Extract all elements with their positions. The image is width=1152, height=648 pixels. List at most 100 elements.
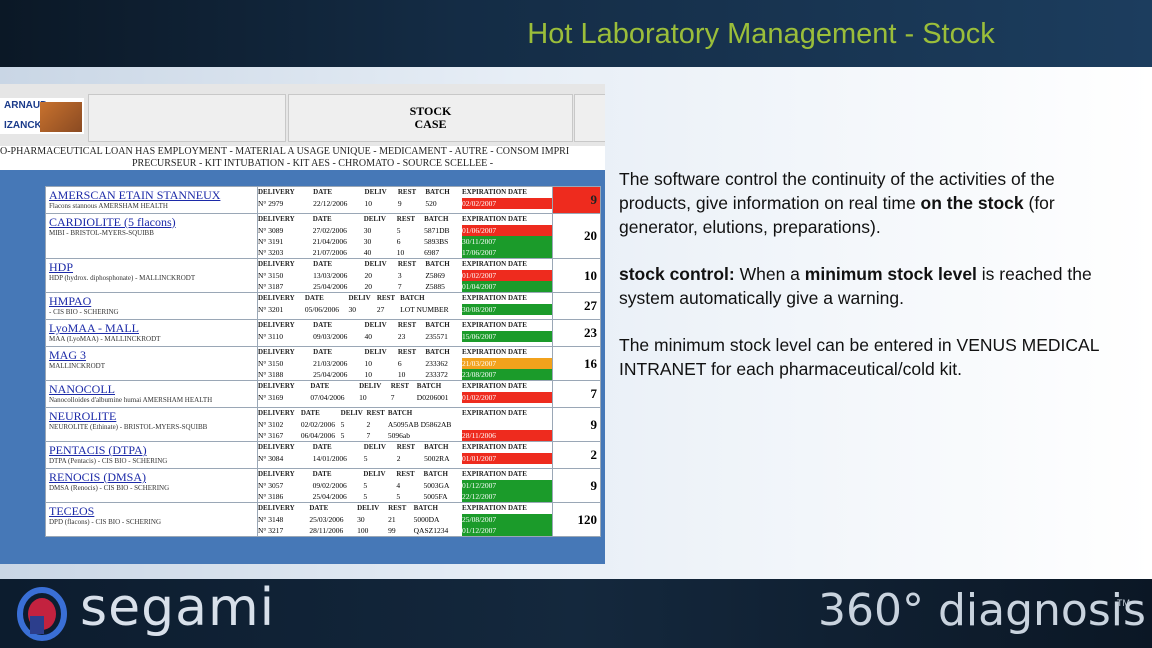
delivery-header-row: DELIVERY DATE DELIV REST BATCH EXPIRATION DAT… — [258, 442, 552, 453]
product-link[interactable]: TECEOS — [49, 505, 254, 518]
delivery-header-cell: DATE — [313, 188, 333, 196]
product-subtitle: Flacons stannous AMERSHAM HEALTH — [49, 202, 168, 210]
delivery-row: N° 3110 09/03/2006 40 23 235571 15/06/2007 — [258, 331, 552, 342]
delivery-header-cell: EXPIRATION DATE — [462, 382, 527, 390]
delivery-cell: DELIVERY DATE DELIV REST BATCH EXPIRATION DAT… — [257, 346, 553, 381]
delivery-header-cell: DATE — [313, 321, 333, 329]
delivery-header-cell: EXPIRATION DATE — [462, 504, 527, 512]
category-nav[interactable]: O-PHARMACEUTICAL LOAN HAS EMPLOYMENT - M… — [0, 146, 605, 170]
delivery-header-cell: REST — [397, 260, 417, 268]
delivery-cell-value: N° 3089 — [258, 226, 284, 235]
delivery-header-cell: BATCH — [416, 382, 442, 390]
delivery-cell-value: 5 — [340, 420, 345, 429]
delivery-row: N° 3188 25/04/2006 10 10 233372 23/08/2007 — [258, 369, 552, 380]
nav-line-2[interactable]: PRECURSEUR - KIT INTUBATION - KIT AES - … — [0, 158, 605, 170]
delivery-cell-value: 21/07/2006 — [312, 248, 347, 257]
delivery-cell-value: 09/02/2006 — [312, 481, 347, 490]
delivery-row: N° 2979 22/12/2006 10 9 520 02/02/2007 — [258, 198, 552, 209]
product-name-cell: NEUROLITE NEUROLITE (Ethinate) - BRISTOL-… — [45, 407, 258, 442]
delivery-cell-value: 21/03/2006 — [313, 359, 348, 368]
delivery-cell-value: N° 3150 — [258, 271, 284, 280]
product-link[interactable]: HMPAO — [49, 295, 254, 308]
delivery-header-cell: DATE — [312, 215, 332, 223]
delivery-table: DELIVERY DATE DELIV REST BATCH EXPIRATION DAT… — [258, 187, 552, 209]
delivery-cell-value: N° 3201 — [258, 305, 284, 314]
delivery-cell: DELIVERY DATE DELIV REST BATCH EXPIRATION DAT… — [257, 258, 553, 293]
product-link[interactable]: HDP — [49, 261, 254, 274]
delivery-cell-value: N° 3167 — [258, 431, 284, 440]
delivery-cell-value: 5003GA — [423, 481, 450, 490]
product-link[interactable]: LyoMAA - MALL — [49, 322, 254, 335]
delivery-table: DELIVERY DATE DELIV REST BATCH EXPIRATION DAT… — [258, 503, 552, 536]
product-link[interactable]: AMERSCAN ETAIN STANNEUX — [49, 189, 254, 202]
expiration-date: 01/04/2007 — [462, 281, 552, 292]
delivery-header-row: DELIVERY DATE DELIV REST BATCH EXPIRATION DAT… — [258, 503, 552, 514]
delivery-cell-value: N° 3150 — [258, 359, 284, 368]
delivery-cell-value: N° 3102 — [258, 420, 284, 429]
delivery-cell-value: 05/06/2006 — [304, 305, 340, 314]
stock-count: 10 — [552, 258, 601, 293]
product-link[interactable]: MAG 3 — [49, 349, 254, 362]
delivery-table: DELIVERY DATE DELIV REST BATCH EXPIRATION DAT… — [258, 469, 552, 502]
delivery-header-cell: DATE — [300, 409, 320, 417]
delivery-header-cell: EXPIRATION DATE — [462, 409, 527, 417]
product-link[interactable]: NEUROLITE — [49, 410, 254, 423]
delivery-header-row: DELIVERY DATE DELIV REST BATCH EXPIRATION DAT… — [258, 320, 552, 331]
stock-count: 2 — [552, 441, 601, 469]
delivery-cell-value: 20 — [364, 271, 373, 280]
product-link[interactable]: PENTACIS (DTPA) — [49, 444, 254, 457]
delivery-header-cell: DELIV — [348, 294, 371, 302]
description-para-2: stock control: When a minimum stock leve… — [619, 264, 1092, 308]
delivery-cell: DELIVERY DATE DELIV REST BATCH EXPIRATION DAT… — [257, 407, 553, 442]
description-para-1: The software control the continuity of t… — [619, 169, 1055, 237]
delivery-header-cell: REST — [376, 294, 396, 302]
page-title: Hot Laboratory Management - Stock — [527, 18, 995, 50]
delivery-row: N° 3167 06/04/2006 5 7 5096ab 28/11/2006 — [258, 430, 552, 441]
delivery-cell-value: N° 3148 — [258, 515, 284, 524]
delivery-cell-value: N° 3217 — [258, 526, 284, 535]
delivery-header-cell: DATE — [310, 382, 330, 390]
product-link[interactable]: NANOCOLL — [49, 383, 254, 396]
expiration-date: 15/06/2007 — [462, 331, 552, 342]
product-name-cell: RENOCIS (DMSA) DMSA (Renocis) - CIS BIO -… — [45, 468, 258, 503]
delivery-table: DELIVERY DATE DELIV REST BATCH EXPIRATION DAT… — [258, 442, 552, 464]
delivery-cell-value: 40 — [363, 248, 372, 257]
delivery-cell-value: 25/04/2006 — [313, 370, 348, 379]
stock-count: 9 — [552, 186, 601, 214]
delivery-header-cell: DATE — [304, 294, 324, 302]
delivery-header-cell: DATE — [313, 348, 333, 356]
delivery-cell-value: 2 — [396, 454, 401, 463]
stock-count: 20 — [552, 213, 601, 259]
delivery-cell-value: 10 — [364, 370, 373, 379]
expiration-date: 25/08/2007 — [462, 514, 552, 525]
delivery-header-cell: DELIVERY — [258, 348, 295, 356]
delivery-cell-value: N° 2979 — [258, 199, 284, 208]
product-link[interactable]: CARDIOLITE (5 flacons) — [49, 216, 254, 229]
delivery-header-cell: REST — [396, 215, 416, 223]
delivery-cell-value: N° 3110 — [258, 332, 284, 341]
delivery-row: N° 3089 27/02/2006 30 5 5871DB 01/06/2007 — [258, 225, 552, 236]
delivery-cell-value: 233362 — [425, 359, 448, 368]
stock-case-tab[interactable]: STOCK CASE — [288, 94, 573, 142]
delivery-header-cell: EXPIRATION DATE — [462, 348, 527, 356]
delivery-cell-value: 23 — [397, 332, 406, 341]
delivery-header-cell: DELIV — [340, 409, 363, 417]
nav-line-1[interactable]: O-PHARMACEUTICAL LOAN HAS EMPLOYMENT - M… — [0, 146, 605, 158]
delivery-cell-value: 6 — [396, 237, 401, 246]
delivery-header-cell: BATCH — [387, 409, 413, 417]
stock-count: 9 — [552, 407, 601, 442]
delivery-cell: DELIVERY DATE DELIV REST BATCH EXPIRATION DAT… — [257, 186, 553, 214]
expiration-date: 01/06/2007 — [462, 225, 552, 236]
delivery-cell-value: 235571 — [425, 332, 448, 341]
product-link[interactable]: RENOCIS (DMSA) — [49, 471, 254, 484]
delivery-row: N° 3148 25/03/2006 30 21 5000DA 25/08/2007 — [258, 514, 552, 525]
product-row: NANOCOLL Nanocolloides d'albumine humai A… — [45, 380, 601, 408]
delivery-cell-value: 5 — [396, 226, 401, 235]
delivery-header-cell: DATE — [313, 260, 333, 268]
delivery-row: N° 3186 25/04/2006 5 5 5005FA 22/12/2007 — [258, 491, 552, 502]
delivery-cell-value: N° 3186 — [258, 492, 284, 501]
product-subtitle: DTPA (Pentacis) - CIS BIO - SCHERING — [49, 457, 168, 465]
delivery-cell-value: 14/01/2006 — [312, 454, 347, 463]
delivery-cell-value: 02/02/2006 — [300, 420, 335, 429]
delivery-cell-value: 5000DA — [413, 515, 440, 524]
